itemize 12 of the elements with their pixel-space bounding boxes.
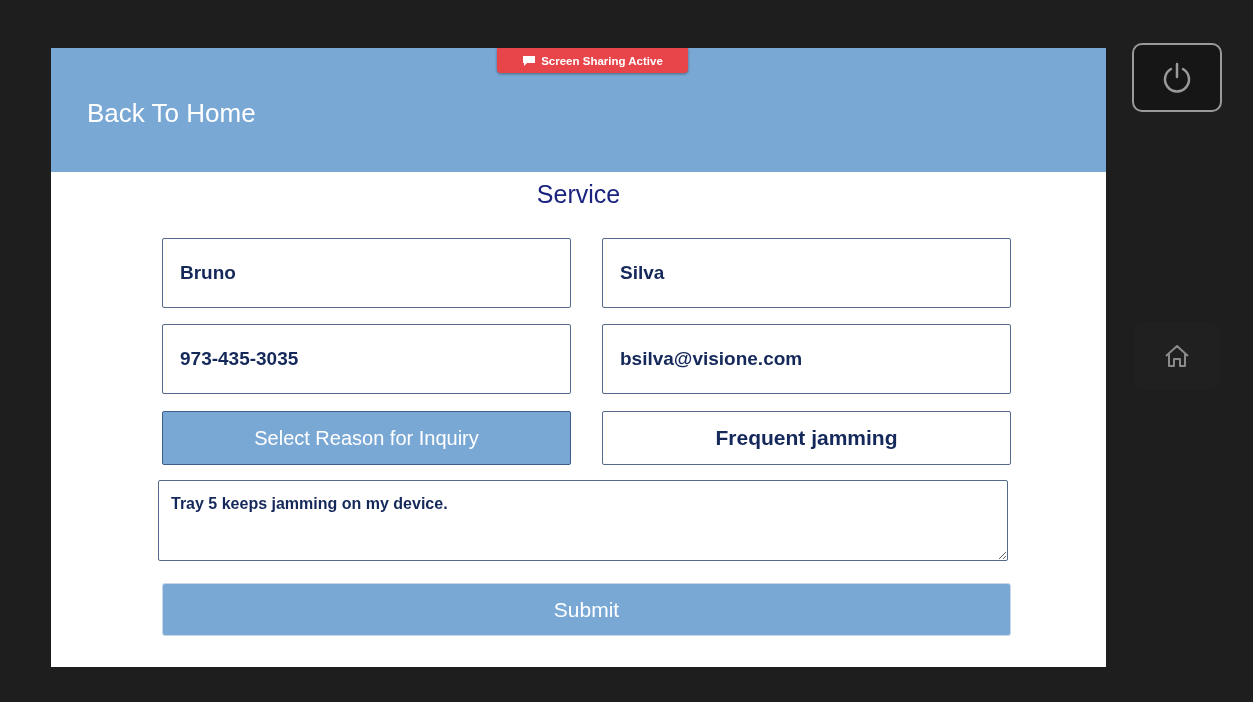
home-icon: [1164, 343, 1190, 369]
selected-reason-field: Frequent jamming: [602, 411, 1011, 465]
chat-bubble-icon: [522, 55, 537, 66]
page-title: Service: [536, 180, 621, 209]
text-field[interactable]: bsilva@visione.com: [602, 324, 1011, 394]
badge-label: Screen Sharing Active: [541, 54, 663, 67]
power-button[interactable]: [1132, 43, 1222, 112]
text-field[interactable]: Bruno: [162, 238, 571, 308]
message-field[interactable]: Tray 5 keeps jamming on my device.: [158, 480, 1008, 561]
text-field[interactable]: 973-435-3035: [162, 324, 571, 394]
text-field[interactable]: Silva: [602, 238, 1011, 308]
power-icon: [1162, 61, 1192, 94]
